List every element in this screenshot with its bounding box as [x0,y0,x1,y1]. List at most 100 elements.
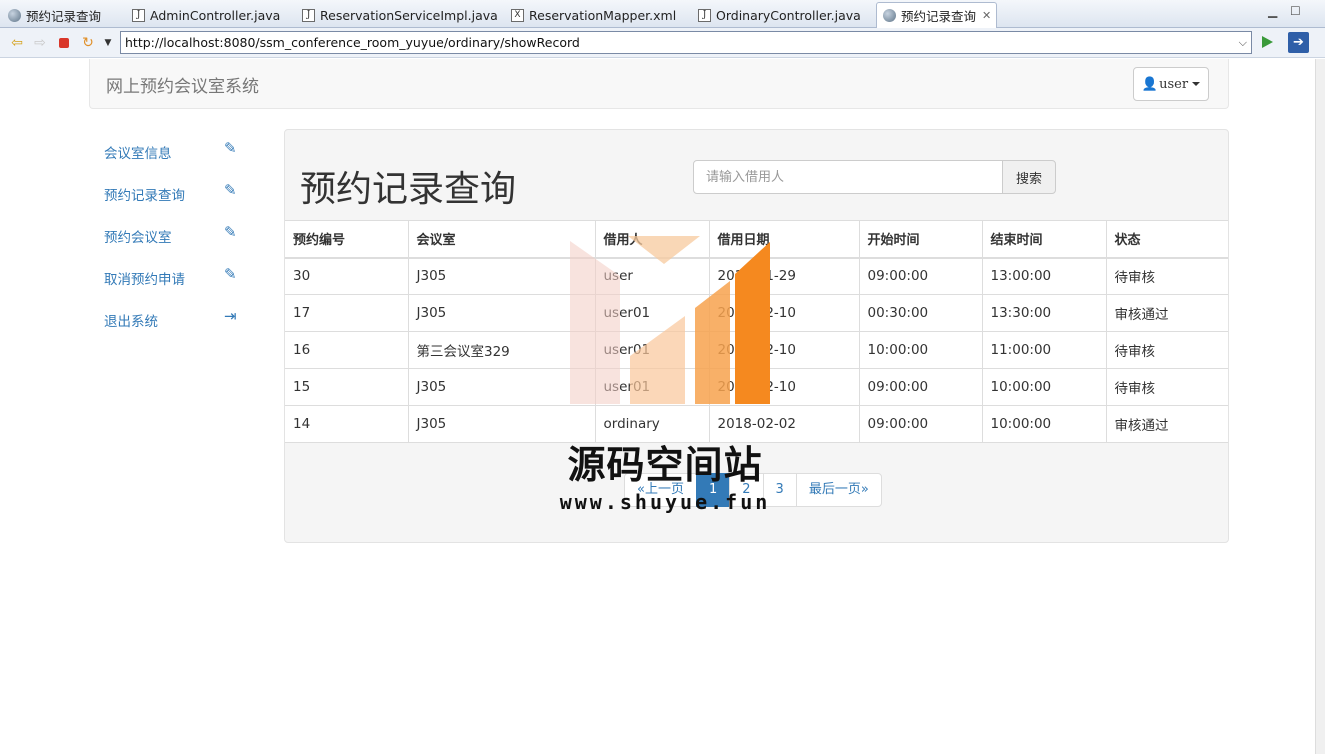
tab-label: 预约记录查询 [901,9,977,24]
url-text: http://localhost:8080/ssm_conference_roo… [125,35,580,50]
table-cell: user01 [594,294,710,332]
tab-admin-controller[interactable]: J AdminController.java [126,3,280,28]
java-file-icon: J [698,9,711,22]
table-cell: 2018-02-02 [708,405,860,443]
editor-tab-bar: 预约记录查询 J AdminController.java J Reservat… [0,0,1325,28]
table-cell: 09:00:00 [858,405,983,443]
top-navbar: 网上预约会议室系统 👤 user [89,59,1229,109]
chevron-down-icon[interactable]: ⌵ [1239,32,1247,53]
column-header: 结束时间 [981,220,1107,259]
sidebar-item-label: 退出系统 [104,314,158,330]
table-cell: user01 [594,368,710,406]
table-cell: 2018-02-10 [708,294,860,332]
xml-file-icon: X [511,9,524,22]
table-cell: J305 [407,368,596,406]
pagination: «上一页 1 2 3 最后一页» [624,473,882,507]
table-cell: 2018-01-29 [708,257,860,295]
table-cell: user01 [594,331,710,369]
tab-browser-record-active[interactable]: 预约记录查询 ✕ [876,2,997,28]
tab-ordinary-controller[interactable]: J OrdinaryController.java [692,3,861,28]
table-cell: 16 [285,331,409,369]
column-header: 会议室 [407,220,596,259]
record-panel: 预约记录查询 搜索 预约编号 会议室 借用人 借用日期 开始时间 结束时间 状态 [284,129,1229,543]
close-icon[interactable]: ✕ [982,9,991,22]
table-row: 30 J305 user 2018-01-29 09:00:00 13:00:0… [285,257,1228,295]
table-cell: J305 [407,257,596,295]
table-cell: 10:00:00 [858,331,983,369]
table-header-row: 预约编号 会议室 借用人 借用日期 开始时间 结束时间 状态 [285,220,1228,259]
table-cell: 10:00:00 [981,405,1107,443]
pencil-icon: ✎ [224,139,237,157]
page-title: 预约记录查询 [300,169,517,210]
search-button[interactable]: 搜索 [1002,160,1056,194]
table-cell: 11:00:00 [981,331,1107,369]
table-cell: 第三会议室329 [407,331,596,369]
sidebar-item-label: 取消预约申请 [104,272,185,288]
maximize-icon[interactable]: ☐ [1290,4,1301,18]
user-icon: 👤 [1141,76,1159,92]
table-cell: 17 [285,294,409,332]
minimize-icon[interactable]: ▁ [1268,4,1277,18]
refresh-icon[interactable]: ↻ [80,35,96,51]
page-link-2[interactable]: 2 [729,473,764,507]
browser-toolbar: ⇦ ⇨ ↻ ▼ http://localhost:8080/ssm_confer… [0,28,1325,58]
table-cell: 2018-02-10 [708,368,860,406]
brand-title[interactable]: 网上预约会议室系统 [106,72,259,97]
chevron-down-icon[interactable]: ▼ [100,35,116,51]
tab-label: ReservationServiceImpl.java [320,8,498,23]
java-file-icon: J [302,9,315,22]
tab-label: OrdinaryController.java [716,8,861,23]
external-browser-icon[interactable]: ➔ [1288,32,1309,53]
tab-browser-record[interactable]: 预约记录查询 [2,3,101,28]
column-header: 开始时间 [858,220,983,259]
sidebar-item-logout[interactable]: 退出系统 ⇥ [104,307,244,349]
table-cell: 审核通过 [1105,405,1228,443]
page-link-3[interactable]: 3 [762,473,797,507]
caret-down-icon [1192,82,1201,86]
url-bar[interactable]: http://localhost:8080/ssm_conference_roo… [120,31,1252,54]
go-icon[interactable] [1259,34,1275,50]
table-cell: 审核通过 [1105,294,1228,332]
logout-icon: ⇥ [224,307,237,325]
table-cell: J305 [407,294,596,332]
java-file-icon: J [132,9,145,22]
table-cell: 待审核 [1105,331,1228,369]
table-cell: J305 [407,405,596,443]
web-page: 网上预约会议室系统 👤 user 会议室信息 ✎ 预约记录查询 ✎ 预约会议室 … [0,59,1325,754]
table-cell: user [594,257,710,295]
table-row: 14 J305 ordinary 2018-02-02 09:00:00 10:… [285,405,1228,443]
sidebar-item-room-info[interactable]: 会议室信息 ✎ [104,139,244,181]
table-cell: 待审核 [1105,257,1228,295]
table-row: 16 第三会议室329 user01 2018-02-10 10:00:00 1… [285,331,1228,369]
scrollbar-track[interactable] [1315,59,1325,754]
table-cell: 00:30:00 [858,294,983,332]
pencil-icon: ✎ [224,265,237,283]
sidebar-item-label: 预约会议室 [104,230,172,246]
pencil-icon: ✎ [224,223,237,241]
search-input[interactable] [693,160,1003,194]
page-link-1[interactable]: 1 [695,473,731,507]
sidebar-item-cancel-request[interactable]: 取消预约申请 ✎ [104,265,244,307]
globe-icon [8,9,21,22]
table-cell: 30 [285,257,409,295]
globe-icon [883,9,896,22]
user-dropdown-button[interactable]: 👤 user [1133,67,1209,101]
tab-reservation-service-impl[interactable]: J ReservationServiceImpl.java [296,3,498,28]
table-cell: ordinary [594,405,710,443]
forward-arrow-icon[interactable]: ⇨ [32,35,48,51]
last-page-link[interactable]: 最后一页» [795,473,882,507]
stop-icon[interactable] [56,35,72,51]
column-header: 借用人 [594,220,710,259]
sidebar-item-reserve-room[interactable]: 预约会议室 ✎ [104,223,244,265]
prev-page-link[interactable]: «上一页 [624,473,697,507]
sidebar-item-record-query[interactable]: 预约记录查询 ✎ [104,181,244,223]
back-arrow-icon[interactable]: ⇦ [9,35,25,51]
table-cell: 待审核 [1105,368,1228,406]
table-cell: 13:00:00 [981,257,1107,295]
table-cell: 2018-02-10 [708,331,860,369]
table-cell: 13:30:00 [981,294,1107,332]
table-row: 15 J305 user01 2018-02-10 09:00:00 10:00… [285,368,1228,406]
tab-reservation-mapper[interactable]: X ReservationMapper.xml [505,3,676,28]
tab-label: AdminController.java [150,8,281,23]
table-cell: 14 [285,405,409,443]
